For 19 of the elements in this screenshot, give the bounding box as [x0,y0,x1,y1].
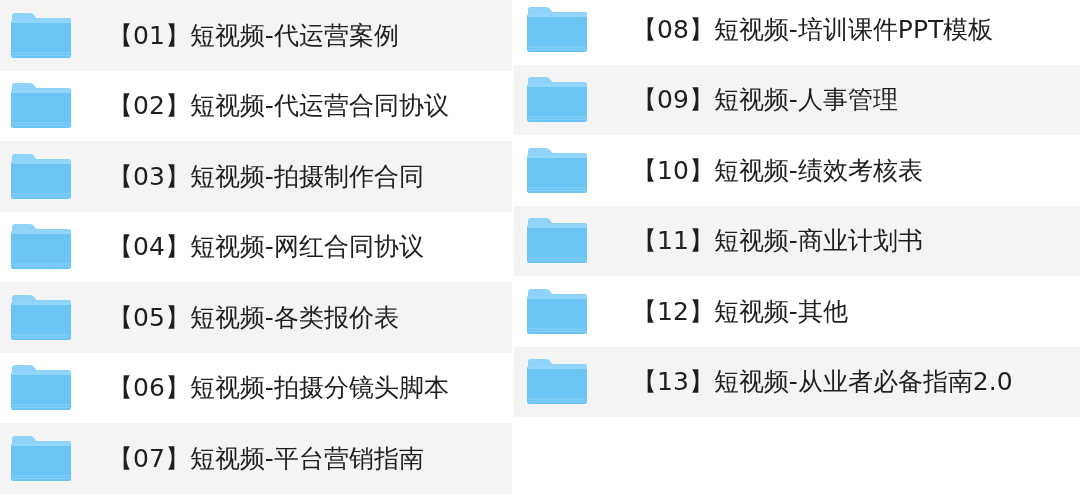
folder-icon [526,217,588,265]
folder-icon [526,287,588,335]
folder-name[interactable]: 【02】短视频-代运营合同协议 [108,89,449,123]
folder-name[interactable]: 【10】短视频-绩效考核表 [632,153,923,187]
folder-icon [10,82,72,130]
folder-icon [526,5,588,53]
folder-icon [10,223,72,271]
folder-name[interactable]: 【04】短视频-网红合同协议 [108,230,424,264]
folder-name[interactable]: 【06】短视频-拍摄分镜头脚本 [108,371,449,405]
folder-icon [10,11,72,59]
folder-name[interactable]: 【08】短视频-培训课件PPT模板 [632,12,994,46]
folder-icon [10,152,72,200]
folder-icon [10,293,72,341]
folder-icon [10,434,72,482]
folder-icon [526,358,588,406]
folder-name[interactable]: 【12】短视频-其他 [632,294,848,328]
folder-icon [526,146,588,194]
folder-icon [526,76,588,124]
folder-icon [10,364,72,412]
